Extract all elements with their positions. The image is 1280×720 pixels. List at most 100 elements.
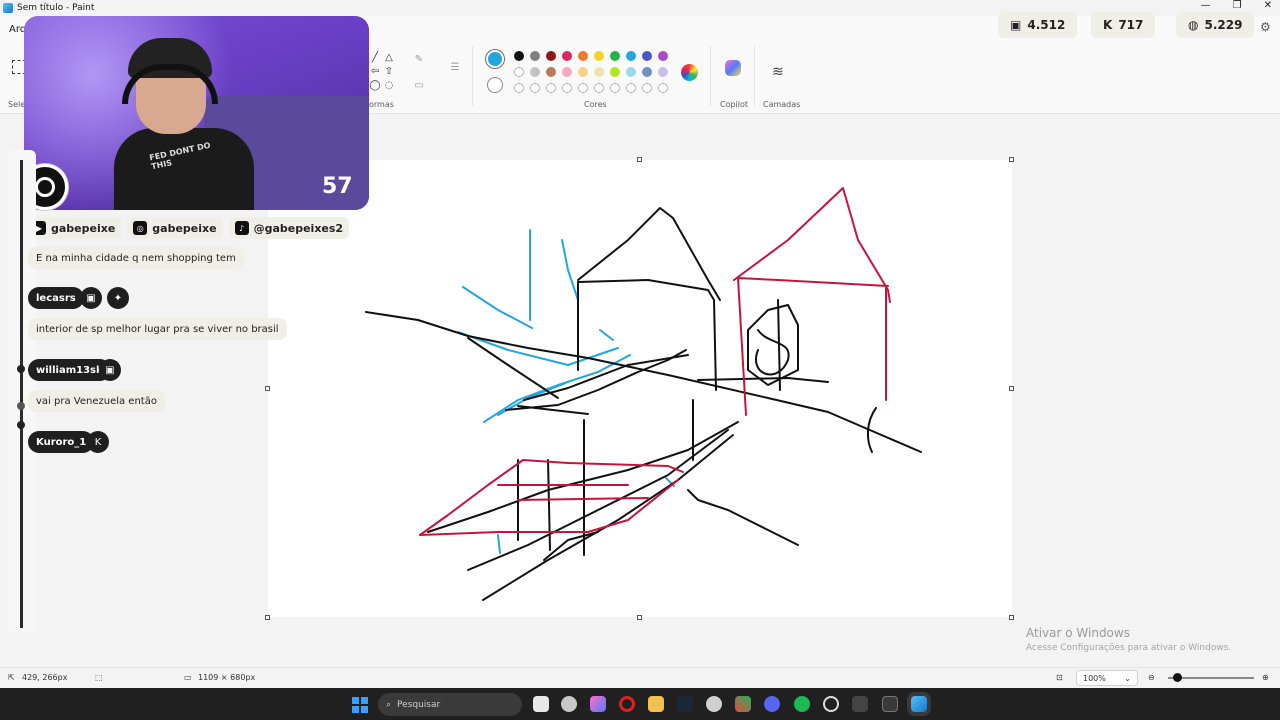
- tiktok-handle-label: @gabepeixes2: [253, 221, 344, 235]
- settings-gear-icon[interactable]: ⚙: [1260, 20, 1271, 34]
- color-swatch[interactable]: [610, 67, 620, 77]
- search-icon: ⌕: [386, 699, 392, 710]
- color-swatch[interactable]: [626, 67, 636, 77]
- zoom-slider-thumb[interactable]: [1172, 673, 1182, 682]
- resize-handle-top[interactable]: [637, 157, 642, 162]
- custom-color-slot[interactable]: [530, 83, 540, 93]
- discord-icon[interactable]: [764, 696, 780, 712]
- instagram-handle: ◎ gabepeixe: [127, 217, 223, 239]
- globe-icon: ◍: [1188, 18, 1199, 32]
- color-swatch[interactable]: [530, 51, 540, 61]
- shape-arrow-left-icon[interactable]: ⇦: [368, 64, 382, 78]
- secondary-color[interactable]: [487, 77, 503, 93]
- color-swatch[interactable]: [578, 51, 588, 61]
- resize-handle-bottom[interactable]: [637, 615, 642, 620]
- shape-speech-icon[interactable]: ◌: [382, 78, 396, 92]
- close-button[interactable]: ✕: [1264, 0, 1272, 11]
- total-viewer-count: 5.229: [1204, 18, 1243, 32]
- selection-icon: ⬚: [95, 673, 103, 682]
- opera-icon[interactable]: [619, 696, 635, 712]
- color-swatch[interactable]: [658, 51, 668, 61]
- color-swatch[interactable]: [546, 51, 556, 61]
- custom-color-slot[interactable]: [658, 83, 668, 93]
- social-links: ▶ gabepeixe ◎ gabepeixe ♪ @gabepeixes2: [26, 217, 350, 239]
- fit-to-window-icon[interactable]: ⊡: [1056, 673, 1063, 682]
- tiktok-icon: ♪: [234, 221, 249, 235]
- primary-color[interactable]: [486, 50, 504, 68]
- steam-icon[interactable]: [677, 696, 693, 712]
- cursor-icon: ⇱: [8, 673, 15, 682]
- custom-color-slot[interactable]: [642, 83, 652, 93]
- paint-taskbar-icon[interactable]: [911, 696, 927, 712]
- kick-viewer-count: 717: [1118, 18, 1144, 32]
- zoom-out-icon[interactable]: ⊖: [1148, 673, 1155, 682]
- color-swatch[interactable]: [658, 67, 668, 77]
- resize-handle-left[interactable]: [265, 386, 270, 391]
- layers-icon[interactable]: ≋: [772, 64, 784, 80]
- custom-color-slot[interactable]: [546, 83, 556, 93]
- color-swatch[interactable]: [610, 51, 620, 61]
- copilot-taskbar-icon[interactable]: [590, 696, 606, 712]
- app-icon[interactable]: [735, 696, 751, 712]
- color-swatch[interactable]: [594, 51, 604, 61]
- obs-icon[interactable]: [823, 696, 839, 712]
- resize-handle-bottom-left[interactable]: [265, 615, 270, 620]
- custom-color-slot[interactable]: [578, 83, 588, 93]
- spotify-icon[interactable]: [794, 696, 810, 712]
- color-swatch[interactable]: [562, 67, 572, 77]
- resize-handle-bottom-right[interactable]: [1009, 615, 1014, 620]
- start-button[interactable]: [352, 697, 368, 713]
- minimize-button[interactable]: —: [1201, 0, 1211, 11]
- paint-app-icon: [3, 3, 13, 13]
- color-swatch[interactable]: [594, 67, 604, 77]
- color-swatch[interactable]: [514, 67, 524, 77]
- brush-size-icon[interactable]: ☰: [448, 60, 462, 74]
- color-swatch[interactable]: [642, 67, 652, 77]
- color-swatch[interactable]: [642, 51, 652, 61]
- custom-color-slot[interactable]: [610, 83, 620, 93]
- color-swatch[interactable]: [514, 51, 524, 61]
- resize-handle-right[interactable]: [1009, 386, 1014, 391]
- app-icon[interactable]: [852, 696, 868, 712]
- color-wheel-icon[interactable]: [681, 64, 698, 81]
- app-icon[interactable]: [561, 696, 577, 712]
- cursor-position: 429, 266px: [22, 673, 68, 682]
- color-swatch[interactable]: [546, 67, 556, 77]
- shape-arrow-up-icon[interactable]: ⇧: [382, 64, 396, 78]
- outline-icon[interactable]: ✎: [412, 52, 426, 66]
- taskbar: ⌕ Pesquisar: [0, 688, 1280, 720]
- shape-line-icon[interactable]: ╱: [368, 50, 382, 64]
- custom-color-slot[interactable]: [514, 83, 524, 93]
- color-swatch[interactable]: [530, 67, 540, 77]
- custom-color-slot[interactable]: [562, 83, 572, 93]
- activation-watermark-subtitle: Acesse Configurações para ativar o Windo…: [1026, 643, 1232, 653]
- chat-message: interior de sp melhor lugar pra se viver…: [28, 318, 287, 340]
- shape-triangle-icon[interactable]: △: [382, 50, 396, 64]
- task-view-icon[interactable]: [533, 696, 549, 712]
- layers-group-label: Camadas: [763, 100, 801, 109]
- divider: [754, 46, 755, 106]
- color-swatch[interactable]: [562, 51, 572, 61]
- copilot-group-label: Copilot: [720, 100, 749, 109]
- zoom-in-icon[interactable]: ⊕: [1262, 673, 1269, 682]
- file-explorer-icon[interactable]: [648, 696, 664, 712]
- fill-icon[interactable]: ▭: [412, 78, 426, 92]
- custom-color-slot[interactable]: [594, 83, 604, 93]
- resize-handle-top-right[interactable]: [1009, 157, 1014, 162]
- twitch-badge-icon: ▣: [99, 359, 121, 381]
- instagram-icon: ◎: [133, 221, 148, 235]
- drawing-canvas[interactable]: [268, 160, 1012, 617]
- shape-callout-icon[interactable]: ◯: [368, 78, 382, 92]
- zoom-select[interactable]: 100% ⌄: [1076, 670, 1138, 686]
- chat-message: vai pra Venezuela então: [28, 390, 165, 412]
- maximize-button[interactable]: ❐: [1233, 0, 1242, 11]
- color-swatch[interactable]: [578, 67, 588, 77]
- app-icon[interactable]: [706, 696, 722, 712]
- color-swatch[interactable]: [626, 51, 636, 61]
- custom-color-slot[interactable]: [626, 83, 636, 93]
- copilot-icon[interactable]: [725, 60, 741, 76]
- taskbar-search[interactable]: ⌕ Pesquisar: [378, 693, 522, 716]
- app-icon[interactable]: [882, 696, 898, 712]
- drawing: [365, 187, 922, 601]
- canvas-size-icon: ▭: [184, 673, 192, 682]
